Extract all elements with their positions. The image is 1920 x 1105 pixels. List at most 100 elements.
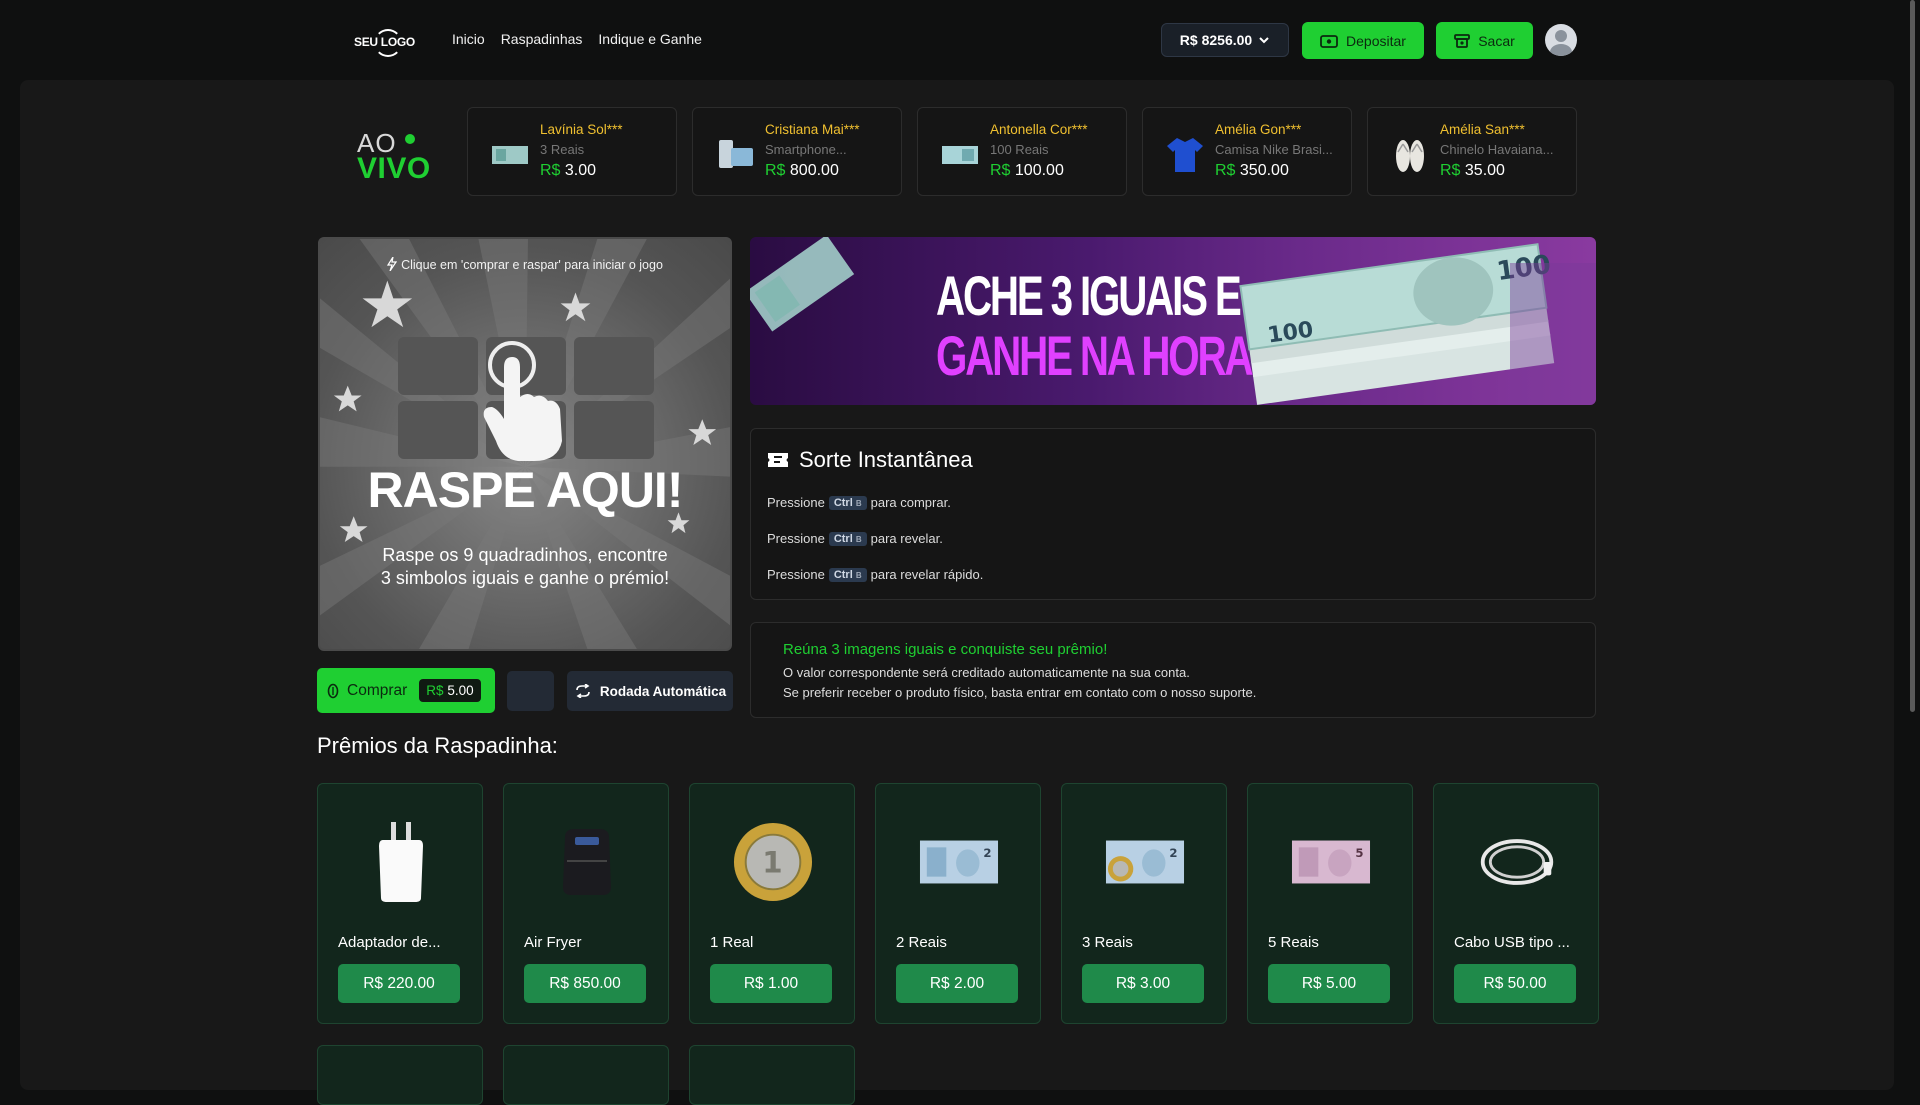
prize-card-partial[interactable]	[317, 1045, 483, 1105]
banner-line-2: GANHE NA HORA	[936, 324, 1254, 387]
prize-card[interactable]: Adaptador de... R$ 220.00	[317, 783, 483, 1024]
quantity-button[interactable]	[507, 671, 554, 711]
banknote-icon	[942, 146, 978, 164]
scrollbar-thumb[interactable]	[1910, 0, 1915, 712]
svg-text:2: 2	[983, 846, 991, 860]
prize-info-line: Se preferir receber o produto físico, ba…	[783, 685, 1257, 700]
prize-price-button[interactable]: R$ 5.00	[1268, 964, 1390, 1003]
shortcut-key-sub: B	[855, 570, 862, 580]
scratch-card[interactable]: Clique em 'comprar e raspar' para inicia…	[318, 237, 732, 651]
user-avatar[interactable]	[1545, 24, 1577, 56]
grid-cell	[398, 401, 478, 459]
prize-card[interactable]: 5 5 Reais R$ 5.00	[1247, 783, 1413, 1024]
shortcut-key-label: Ctrl	[833, 532, 853, 545]
promo-banner[interactable]: ACHE 3 IGUAIS E GANHE NA HORA 100 100	[750, 237, 1596, 405]
winner-name: Antonella Cor***	[990, 122, 1088, 137]
prize-price-button[interactable]: R$ 3.00	[1082, 964, 1204, 1003]
banknote-icon	[492, 146, 528, 164]
shortcut-key: Ctrl B	[828, 567, 867, 582]
currency-symbol: R$	[990, 162, 1011, 179]
deposit-label: Depositar	[1346, 32, 1406, 49]
live-indicator: AO VIVO	[357, 128, 437, 188]
top-bar: SEU LOGO Inicio Raspadinhas Indique e Ga…	[0, 0, 1920, 80]
auto-round-button[interactable]: Rodada Automática	[567, 671, 733, 711]
winner-name: Amélia Gon***	[1215, 122, 1302, 137]
prize-price-button[interactable]: R$ 220.00	[338, 964, 460, 1003]
winner-name: Cristiana Mai***	[765, 122, 860, 137]
buy-price-value: 5.00	[447, 683, 474, 698]
shortcut-key-sub: B	[855, 498, 862, 508]
shortcut-row: Pressione Ctrl B para revelar.	[767, 531, 943, 546]
scratch-hint-text: Clique em 'comprar e raspar' para inicia…	[401, 258, 663, 272]
site-logo[interactable]: SEU LOGO	[352, 26, 418, 57]
prize-card[interactable]: 2 3 Reais R$ 3.00	[1061, 783, 1227, 1024]
grid-cell	[574, 337, 654, 395]
prize-price-button[interactable]: R$ 1.00	[710, 964, 832, 1003]
balance-dropdown[interactable]: R$ 8256.00	[1161, 23, 1289, 57]
winner-name: Lavínia Sol***	[540, 122, 623, 137]
shirt-icon	[1167, 138, 1203, 172]
nav-inicio[interactable]: Inicio	[452, 31, 485, 47]
prize-info-line: O valor correspondente será creditado au…	[783, 665, 1190, 680]
svg-text:1: 1	[762, 846, 782, 880]
scratch-grid-preview	[398, 337, 654, 461]
prize-price-button[interactable]: R$ 2.00	[896, 964, 1018, 1003]
main-nav: Inicio Raspadinhas Indique e Ganhe	[452, 31, 702, 47]
coin-icon: 1	[733, 822, 813, 902]
lightning-icon	[386, 256, 398, 272]
prize-card[interactable]: Air Fryer R$ 850.00	[503, 783, 669, 1024]
sandals-icon	[1396, 140, 1424, 172]
prize-price-button[interactable]: R$ 50.00	[1454, 964, 1576, 1003]
nav-raspadinhas[interactable]: Raspadinhas	[501, 31, 583, 47]
scratch-subtitle: Raspe os 9 quadradinhos, encontre 3 simb…	[320, 544, 730, 590]
prize-name: 2 Reais	[896, 934, 947, 951]
withdraw-label: Sacar	[1478, 32, 1515, 49]
auto-round-label: Rodada Automática	[599, 683, 727, 699]
buy-label: Comprar	[347, 681, 408, 699]
banknote-icon: 5	[1291, 822, 1371, 902]
nav-indique-e-ganhe[interactable]: Indique e Ganhe	[598, 31, 702, 47]
prize-card-partial[interactable]	[689, 1045, 855, 1105]
prize-card[interactable]: 2 2 Reais R$ 2.00	[875, 783, 1041, 1024]
live-winner-card: Antonella Cor*** 100 Reais R$ 100.00	[917, 107, 1127, 196]
instant-luck-title: Sorte Instantânea	[767, 447, 973, 473]
avatar-shoulders	[1550, 44, 1572, 56]
scratch-title: RASPE AQUI!	[367, 462, 684, 518]
prize-card[interactable]: Cabo USB tipo ... R$ 50.00	[1433, 783, 1599, 1024]
banner-line-1: ACHE 3 IGUAIS E	[936, 264, 1242, 327]
prize-price-button[interactable]: R$ 850.00	[524, 964, 646, 1003]
scratch-subtitle-line: 3 simbolos iguais e ganhe o prémio!	[380, 568, 670, 588]
instant-luck-panel: Sorte Instantânea Pressione Ctrl B para …	[750, 428, 1596, 600]
prize-name: 3 Reais	[1082, 934, 1133, 951]
deposit-button[interactable]: Depositar	[1302, 22, 1424, 59]
prize-name: Cabo USB tipo ...	[1454, 934, 1570, 951]
prizes-title: Prêmios da Raspadinha:	[317, 733, 558, 758]
usb-cable-icon	[1477, 822, 1557, 902]
shortcut-key: Ctrl B	[828, 531, 867, 546]
page-scrollbar[interactable]	[1904, 0, 1920, 1080]
grid-cell	[398, 337, 478, 395]
shortcut-key: Ctrl B	[828, 495, 867, 510]
withdraw-button[interactable]: Sacar	[1436, 22, 1533, 59]
prize-card-partial[interactable]	[503, 1045, 669, 1105]
svg-text:5: 5	[1355, 846, 1363, 860]
live-winner-card: Amélia Gon*** Camisa Nike Brasi... R$ 35…	[1142, 107, 1352, 196]
prize-card[interactable]: 1 1 Real R$ 1.00	[689, 783, 855, 1024]
winner-amount: R$ 800.00	[765, 162, 839, 180]
winner-name: Amélia San***	[1440, 122, 1525, 137]
winner-amount: R$ 100.00	[990, 162, 1064, 180]
buy-button[interactable]: Comprar R$ 5.00	[317, 668, 495, 713]
live-winner-card: Cristiana Mai*** Smartphone... R$ 800.00	[692, 107, 902, 196]
pointing-hand-icon	[483, 341, 562, 461]
flying-banknote-image	[750, 237, 855, 332]
winner-amount-value: 350.00	[1239, 162, 1289, 179]
winner-item: 100 Reais	[990, 142, 1049, 157]
money-stack-image: 100 100	[1239, 243, 1596, 405]
currency-symbol: R$	[1215, 162, 1236, 179]
svg-text:2: 2	[1169, 846, 1177, 860]
shortcut-prefix: Pressione	[767, 495, 825, 510]
currency-symbol: R$	[540, 162, 561, 179]
winner-amount: R$ 3.00	[540, 162, 596, 180]
prize-name: Adaptador de...	[338, 934, 441, 951]
winner-amount: R$ 350.00	[1215, 162, 1289, 180]
